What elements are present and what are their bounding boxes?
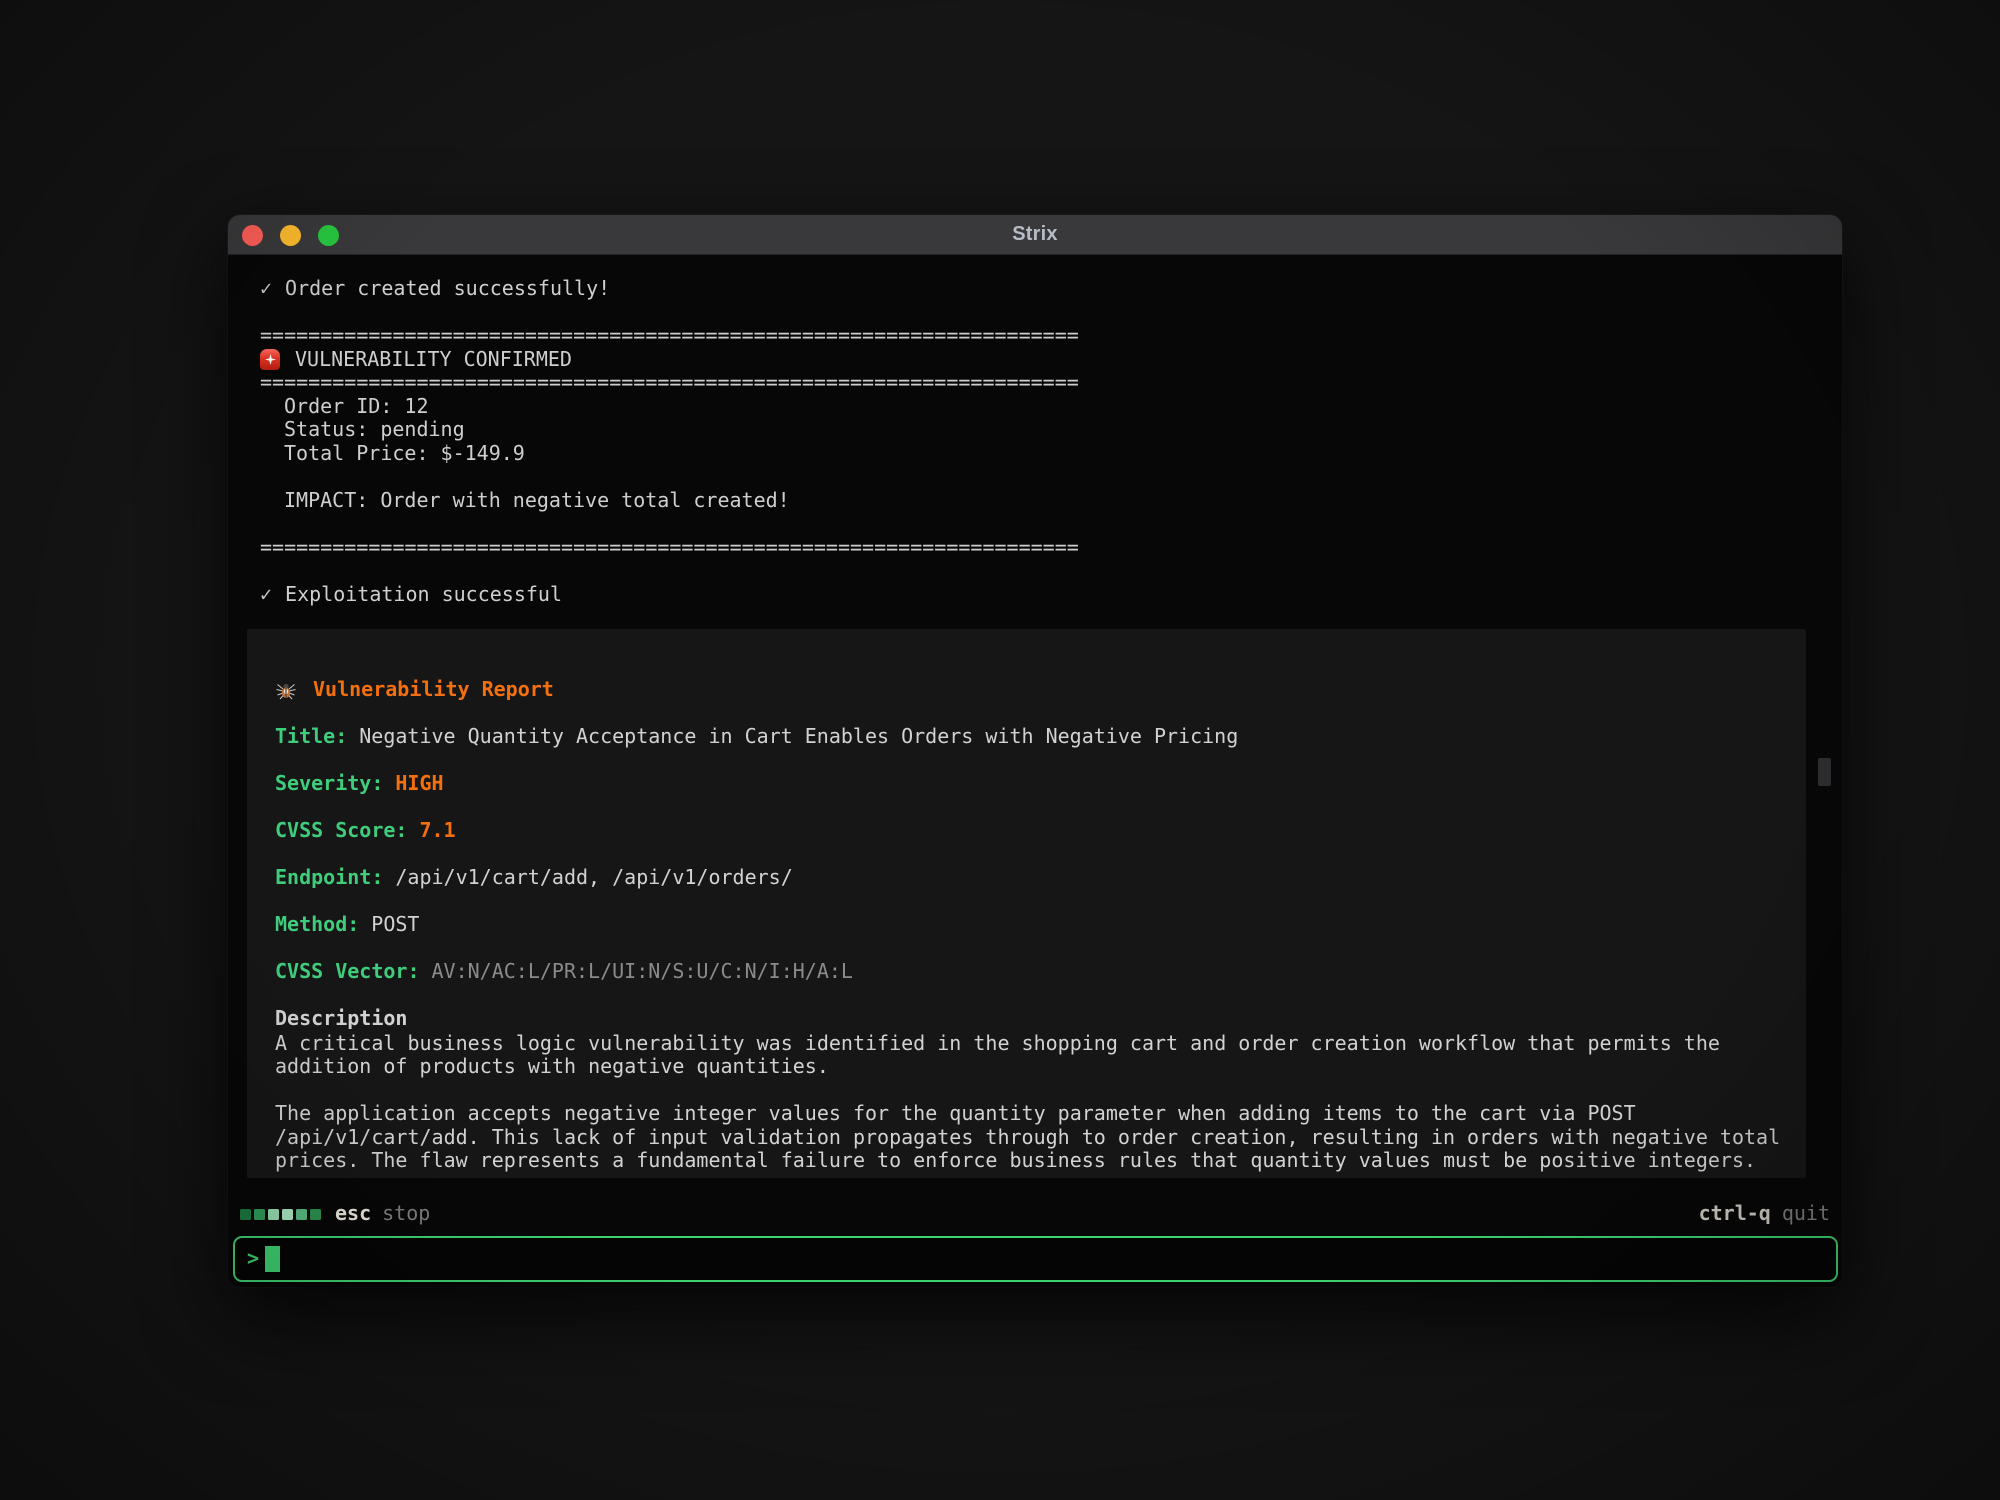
spinner-segment — [254, 1209, 265, 1220]
severity-badge: HIGH — [395, 772, 443, 796]
description-heading: Description — [275, 1007, 1778, 1031]
log-line-total-price: Total Price: $-149.9 — [260, 442, 1802, 466]
separator-line: ========================================… — [260, 371, 1802, 395]
prompt-symbol: > — [247, 1247, 259, 1271]
window-titlebar: Strix — [228, 215, 1842, 255]
zoom-button[interactable] — [318, 225, 339, 246]
log-line-order-status: Status: pending — [260, 418, 1802, 442]
description-line: The application accepts negative integer… — [275, 1102, 1778, 1126]
description-line: prices. The flaw represents a fundamenta… — [275, 1149, 1778, 1173]
esc-action-label: stop — [382, 1202, 430, 1226]
scrollbar-thumb[interactable] — [1818, 758, 1831, 786]
traffic-lights — [242, 215, 339, 255]
spinner-segment — [296, 1209, 307, 1220]
blank-line — [260, 465, 1802, 489]
spinner-segment — [268, 1209, 279, 1220]
log-line-vulnerability-confirmed: VULNERABILITY CONFIRMED — [260, 348, 1802, 372]
log-line-order-created: ✓ Order created successfully! — [260, 277, 1802, 301]
vulnerability-report-panel: Vulnerability Report Title:Negative Quan… — [247, 629, 1806, 1178]
blank-line — [260, 559, 1802, 583]
blank-line — [260, 512, 1802, 536]
quit-action-label: quit — [1782, 1202, 1830, 1226]
spider-icon — [275, 680, 297, 700]
command-input[interactable]: > — [233, 1236, 1838, 1282]
alert-title: VULNERABILITY CONFIRMED — [295, 348, 572, 372]
separator-line: ========================================… — [260, 536, 1802, 560]
text-cursor — [265, 1246, 280, 1272]
quit-key-hint: ctrl-q — [1699, 1202, 1771, 1226]
field-title: Title:Negative Quantity Acceptance in Ca… — [275, 725, 1778, 749]
strix-window: Strix ✓ Order created successfully! =====… — [228, 215, 1842, 1287]
log-line-order-id: Order ID: 12 — [260, 395, 1802, 419]
esc-key-hint: esc — [335, 1202, 371, 1226]
minimize-button[interactable] — [280, 225, 301, 246]
spinner-segment — [240, 1209, 251, 1220]
description-line: /api/v1/cart/add. This lack of input val… — [275, 1126, 1778, 1150]
report-header: Vulnerability Report — [275, 678, 1778, 702]
check-icon: ✓ — [260, 277, 272, 301]
separator-line: ========================================… — [260, 324, 1802, 348]
field-endpoint: Endpoint:/api/v1/cart/add, /api/v1/order… — [275, 866, 1778, 890]
description-line: A critical business logic vulnerability … — [275, 1032, 1778, 1056]
log-line-impact: IMPACT: Order with negative total create… — [260, 489, 1802, 513]
terminal-log: ✓ Order created successfully! ===========… — [260, 277, 1802, 606]
report-heading: Vulnerability Report — [313, 678, 554, 702]
spinner-segment — [310, 1209, 321, 1220]
description-line: addition of products with negative quant… — [275, 1055, 1778, 1079]
blank-line — [260, 301, 1802, 325]
activity-spinner — [240, 1209, 321, 1220]
spinner-segment — [282, 1209, 293, 1220]
log-text: Exploitation successful — [285, 583, 562, 607]
field-cvss-score: CVSS Score:7.1 — [275, 819, 1778, 843]
check-icon: ✓ — [260, 583, 272, 607]
status-bar: esc stop ctrl-q quit — [240, 1202, 1830, 1226]
siren-icon — [260, 349, 280, 370]
window-title: Strix — [228, 223, 1842, 246]
terminal-body: ✓ Order created successfully! ===========… — [228, 256, 1842, 1287]
log-line-exploitation: ✓ Exploitation successful — [260, 583, 1802, 607]
log-text: Order created successfully! — [285, 277, 610, 301]
close-button[interactable] — [242, 225, 263, 246]
field-method: Method:POST — [275, 913, 1778, 937]
field-severity: Severity:HIGH — [275, 772, 1778, 796]
desktop-background: Strix ✓ Order created successfully! =====… — [0, 0, 2000, 1500]
field-cvss-vector: CVSS Vector:AV:N/AC:L/PR:L/UI:N/S:U/C:N/… — [275, 960, 1778, 984]
